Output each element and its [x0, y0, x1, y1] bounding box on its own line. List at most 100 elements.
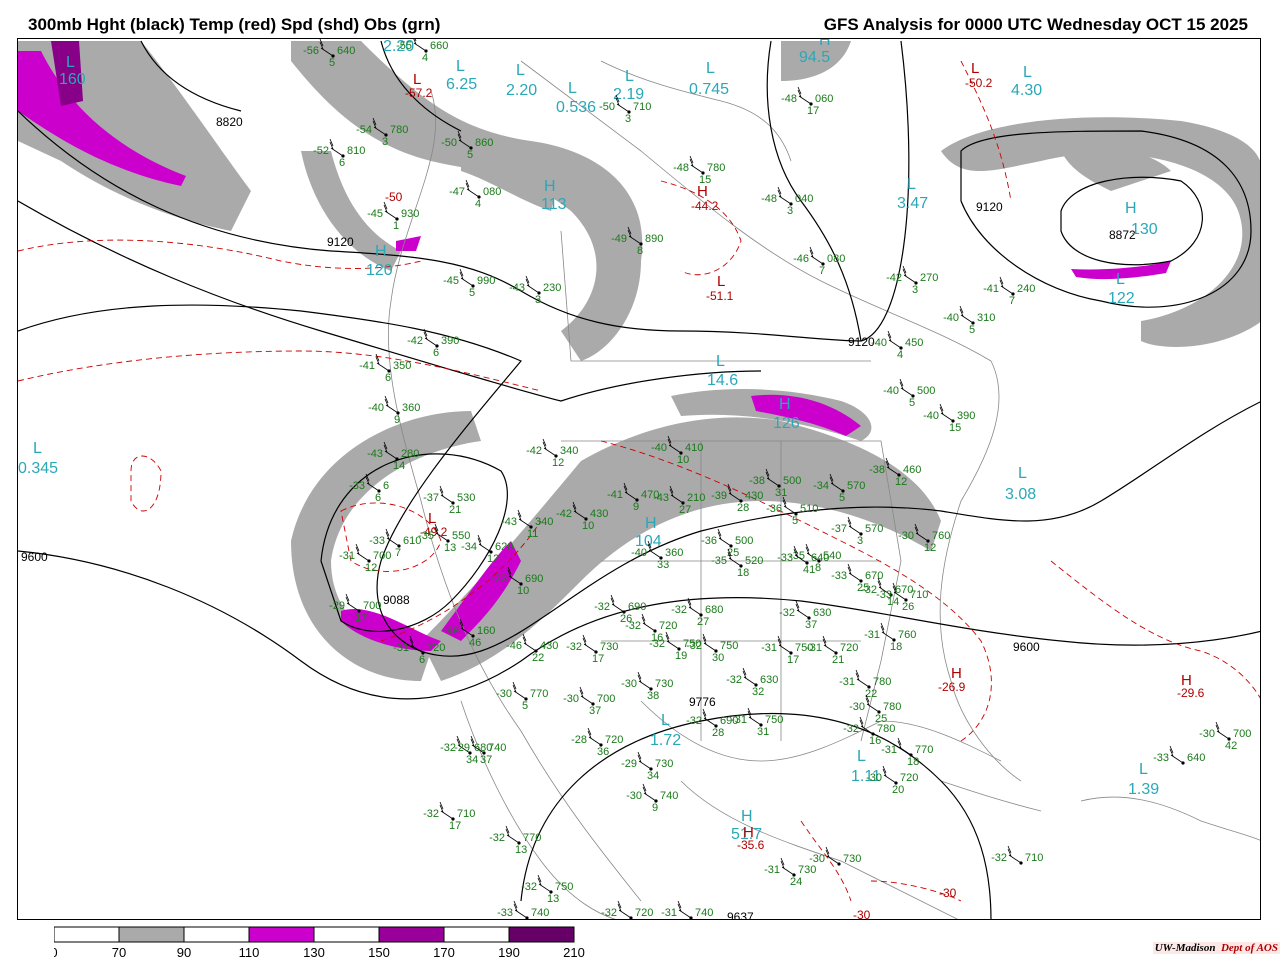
station-obs: -31 70012: [339, 543, 391, 574]
obs-temp: -31: [761, 642, 777, 654]
station-obs: -32 72023: [601, 900, 653, 919]
obs-speed: 15: [949, 422, 961, 434]
obs-temp: -31: [764, 864, 780, 876]
obs-speed: 26: [902, 601, 914, 613]
obs-height: 390: [441, 335, 459, 347]
wind-barb: [825, 846, 840, 865]
obs-temp: -43: [501, 516, 517, 528]
obs-speed: 17: [355, 612, 367, 624]
obs-speed: 10: [517, 585, 529, 597]
wind-barb: [899, 378, 914, 397]
obs-speed: 5: [523, 919, 529, 920]
obs-speed: 36: [597, 746, 609, 758]
svg-text:H: H: [544, 178, 556, 195]
wind-barb: [355, 543, 370, 562]
obs-speed: 5: [467, 149, 473, 161]
obs-temp: -30: [809, 853, 825, 865]
station-obs: -33 640: [1153, 745, 1205, 765]
station-obs: -55 6604: [396, 39, 448, 64]
obs-temp: -49: [443, 625, 459, 637]
station-obs: -42 3906: [407, 328, 459, 359]
wind-barb: [1007, 845, 1022, 864]
obs-temp: -30: [626, 790, 642, 802]
legend-swatch: [118, 926, 185, 943]
obs-speed: 38: [647, 690, 659, 702]
obs-height: 700: [597, 693, 615, 705]
analysis-time: GFS Analysis for 0000 UTC Wednesday OCT …: [823, 15, 1248, 34]
station-obs: -43 2303: [509, 275, 561, 306]
obs-speed: 37: [805, 619, 817, 631]
legend-tick-label: 90: [177, 945, 191, 958]
obs-temp: -43: [367, 448, 383, 460]
obs-height: 270: [920, 272, 938, 284]
svg-text:0.745: 0.745: [689, 81, 729, 98]
obs-height: 500: [735, 535, 753, 547]
obs-speed: 28: [737, 502, 749, 514]
station-obs: -28 72036: [571, 727, 623, 758]
obs-temp: -32: [625, 620, 641, 632]
legend-tick-label: 0: [54, 945, 58, 958]
obs-speed: 27: [679, 504, 691, 516]
obs-temp: -42: [886, 272, 902, 284]
obs-temp: -32: [843, 723, 859, 735]
svg-text:H: H: [779, 396, 791, 413]
temp-center: L-51.1: [706, 273, 734, 303]
temp-contour-label: -30: [853, 908, 871, 920]
obs-height: 080: [483, 186, 501, 198]
svg-text:L: L: [717, 273, 725, 290]
height-label: 9088: [383, 593, 410, 607]
wind-barb: [642, 783, 657, 802]
wind-barb: [795, 600, 810, 619]
svg-text:94.5: 94.5: [799, 49, 830, 66]
obs-height: 730: [843, 853, 861, 865]
svg-text:-57.2: -57.2: [405, 86, 433, 100]
obs-height: 710: [910, 589, 928, 601]
svg-text:H: H: [375, 243, 387, 260]
obs-speed: 13: [515, 844, 527, 856]
obs-temp: -32: [779, 607, 795, 619]
wind-barb: [939, 403, 954, 422]
station-obs: -30 730: [809, 846, 861, 866]
obs-speed: 1: [393, 220, 399, 232]
station-obs: -48 06017: [781, 86, 833, 117]
obs-height: 730: [655, 678, 673, 690]
legend-ticks: 0 70 90 110 130 150 170 190 210: [54, 945, 585, 958]
obs-height: 730: [798, 864, 816, 876]
obs-speed: 4: [422, 52, 428, 64]
obs-temp: -41: [983, 283, 999, 295]
svg-text:H: H: [645, 515, 657, 532]
obs-temp: -33: [497, 907, 513, 919]
obs-speed: 33: [657, 559, 669, 571]
obs-height: 750: [555, 881, 573, 893]
obs-temp: -37: [423, 492, 439, 504]
obs-temp: -49: [611, 233, 627, 245]
obs-temp: -41: [607, 489, 623, 501]
obs-temp: -46: [793, 253, 809, 265]
wind-barb: [665, 631, 680, 650]
obs-height: 060: [815, 93, 833, 105]
obs-speed: 4: [475, 198, 481, 210]
obs-speed: 20: [892, 784, 904, 796]
obs-temp: -42: [407, 335, 423, 347]
svg-text:-44.2: -44.2: [691, 199, 719, 213]
station-obs: -40 4504: [871, 330, 923, 361]
obs-height: 640: [337, 45, 355, 57]
obs-height: 780: [390, 124, 408, 136]
obs-height: 160: [477, 625, 495, 637]
obs-temp: -31: [661, 907, 677, 919]
obs-height: 340: [560, 445, 578, 457]
wind-barb: [439, 801, 454, 820]
obs-speed: 7: [395, 547, 401, 559]
station-obs: -45 9905: [443, 268, 495, 299]
obs-height: 720: [427, 642, 445, 654]
obs-height: 390: [957, 410, 975, 422]
obs-temp: -34: [461, 541, 477, 553]
obs-height: 680: [705, 604, 723, 616]
station-obs: -45 9301: [367, 201, 419, 232]
obs-speed: 3: [382, 136, 388, 148]
legend-tick-label: 170: [433, 945, 455, 958]
obs-speed: 13: [444, 542, 456, 554]
obs-temp: -45: [367, 208, 383, 220]
wind-barb: [887, 330, 902, 349]
obs-height: 690: [525, 573, 543, 585]
